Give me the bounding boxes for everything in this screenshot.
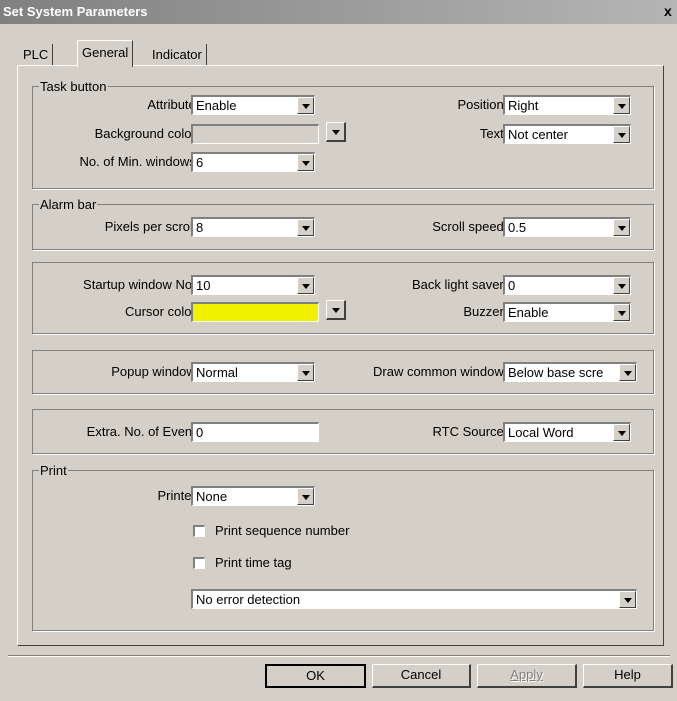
popup-window-label: Popup window :	[111, 364, 203, 379]
tab-label: General	[82, 45, 129, 60]
print-legend: Print	[39, 463, 68, 478]
cancel-label: Cancel	[400, 667, 442, 682]
back-light-saver-value: 0	[508, 278, 516, 293]
chevron-down-icon[interactable]	[613, 277, 630, 294]
ok-label: OK	[306, 668, 325, 683]
popup-group: Popup window : Normal Draw common window…	[32, 350, 654, 394]
attribute-value: Enable	[196, 98, 237, 113]
draw-common-window-label: Draw common window :	[373, 364, 511, 379]
chevron-down-icon[interactable]	[297, 364, 314, 381]
printer-value: None	[196, 489, 228, 504]
scroll-speed-select[interactable]: 0.5	[503, 217, 631, 237]
apply-button[interactable]: Apply	[477, 664, 577, 688]
button-separator	[8, 655, 670, 657]
print-time-tag-label: Print time tag	[215, 555, 292, 570]
popup-window-select[interactable]: Normal	[191, 362, 315, 382]
chevron-down-icon[interactable]	[297, 97, 314, 114]
draw-common-window-select[interactable]: Below base scre	[503, 362, 637, 382]
ok-button[interactable]: OK	[265, 664, 366, 688]
position-value: Right	[508, 98, 539, 113]
startup-window-label: Startup window No. :	[83, 277, 203, 292]
startup-window-value: 10	[196, 278, 211, 293]
chevron-down-icon[interactable]	[297, 277, 314, 294]
print-sequence-checkbox[interactable]	[193, 525, 205, 537]
extra-event-label: Extra. No. of Event :	[86, 424, 203, 439]
cursor-color-swatch[interactable]	[191, 302, 319, 322]
background-color-swatch[interactable]	[191, 124, 319, 144]
chevron-down-icon[interactable]	[297, 219, 314, 236]
chevron-down-icon[interactable]	[613, 97, 630, 114]
title-bar: Set System Parameters x	[0, 0, 677, 24]
chevron-down-icon[interactable]	[613, 126, 630, 143]
text-value: Not center	[508, 127, 568, 142]
chevron-down-icon[interactable]	[619, 364, 636, 381]
rtc-source-value: Local Word	[508, 425, 574, 440]
scroll-speed-value: 0.5	[508, 220, 527, 235]
text-select[interactable]: Not center	[503, 124, 631, 144]
alarm-bar-legend: Alarm bar	[39, 197, 98, 212]
error-detection-select[interactable]: No error detection	[191, 589, 637, 609]
position-select[interactable]: Right	[503, 95, 631, 115]
chevron-down-icon[interactable]	[613, 219, 630, 236]
chevron-down-icon[interactable]	[613, 424, 630, 441]
general-panel: Task button Attribute : Enable Position …	[17, 65, 664, 646]
tab-general[interactable]: General	[77, 40, 134, 67]
task-button-legend: Task button	[39, 79, 108, 94]
close-icon[interactable]: x	[664, 3, 672, 19]
event-group: Extra. No. of Event : 0 RTC Source : Loc…	[32, 409, 654, 454]
extra-event-value: 0	[196, 425, 204, 440]
min-windows-label: No. of Min. windows :	[79, 154, 203, 169]
tab-plc[interactable]: PLC	[19, 44, 54, 66]
scroll-speed-label: Scroll speed :	[432, 219, 511, 234]
back-light-saver-label: Back light saver :	[412, 277, 511, 292]
chevron-down-icon[interactable]	[619, 591, 636, 608]
pixels-per-scroll-select[interactable]: 8	[191, 217, 315, 237]
rtc-source-label: RTC Source :	[432, 424, 511, 439]
chevron-down-icon[interactable]	[613, 304, 630, 321]
min-windows-select[interactable]: 6	[191, 152, 315, 172]
error-detection-value: No error detection	[196, 592, 301, 607]
startup-window-select[interactable]: 10	[191, 275, 315, 295]
color-picker-button[interactable]	[326, 122, 346, 142]
extra-event-input[interactable]: 0	[191, 422, 319, 442]
tab-label: PLC	[23, 47, 49, 62]
min-windows-value: 6	[196, 155, 204, 170]
tab-label: Indicator	[152, 47, 202, 62]
attribute-select[interactable]: Enable	[191, 95, 315, 115]
apply-label: Apply	[510, 667, 543, 682]
buzzer-select[interactable]: Enable	[503, 302, 631, 322]
window-title: Set System Parameters	[3, 4, 148, 19]
chevron-down-icon[interactable]	[297, 154, 314, 171]
print-sequence-label: Print sequence number	[215, 523, 350, 538]
background-color-label: Background color :	[94, 126, 203, 141]
back-light-saver-select[interactable]: 0	[503, 275, 631, 295]
chevron-down-icon[interactable]	[297, 488, 314, 505]
task-button-group: Task button Attribute : Enable Position …	[32, 79, 654, 189]
help-label: Help	[614, 667, 641, 682]
help-button[interactable]: Help	[583, 664, 673, 688]
tab-indicator[interactable]: Indicator	[148, 44, 207, 66]
startup-group: Startup window No. : 10 Back light saver…	[32, 262, 654, 334]
buzzer-value: Enable	[508, 305, 549, 320]
alarm-bar-group: Alarm bar Pixels per scroll : 8 Scroll s…	[32, 197, 654, 250]
draw-common-window-value: Below base scre	[508, 365, 604, 380]
popup-window-value: Normal	[196, 365, 238, 380]
print-group: Print Printer : None Print sequence numb…	[32, 463, 654, 631]
pixels-per-scroll-label: Pixels per scroll :	[104, 219, 203, 234]
cancel-button[interactable]: Cancel	[372, 664, 471, 688]
print-time-tag-checkbox[interactable]	[193, 557, 205, 569]
rtc-source-select[interactable]: Local Word	[503, 422, 631, 442]
pixels-per-scroll-value: 8	[196, 220, 204, 235]
printer-select[interactable]: None	[191, 486, 315, 506]
color-picker-button[interactable]	[326, 300, 346, 320]
